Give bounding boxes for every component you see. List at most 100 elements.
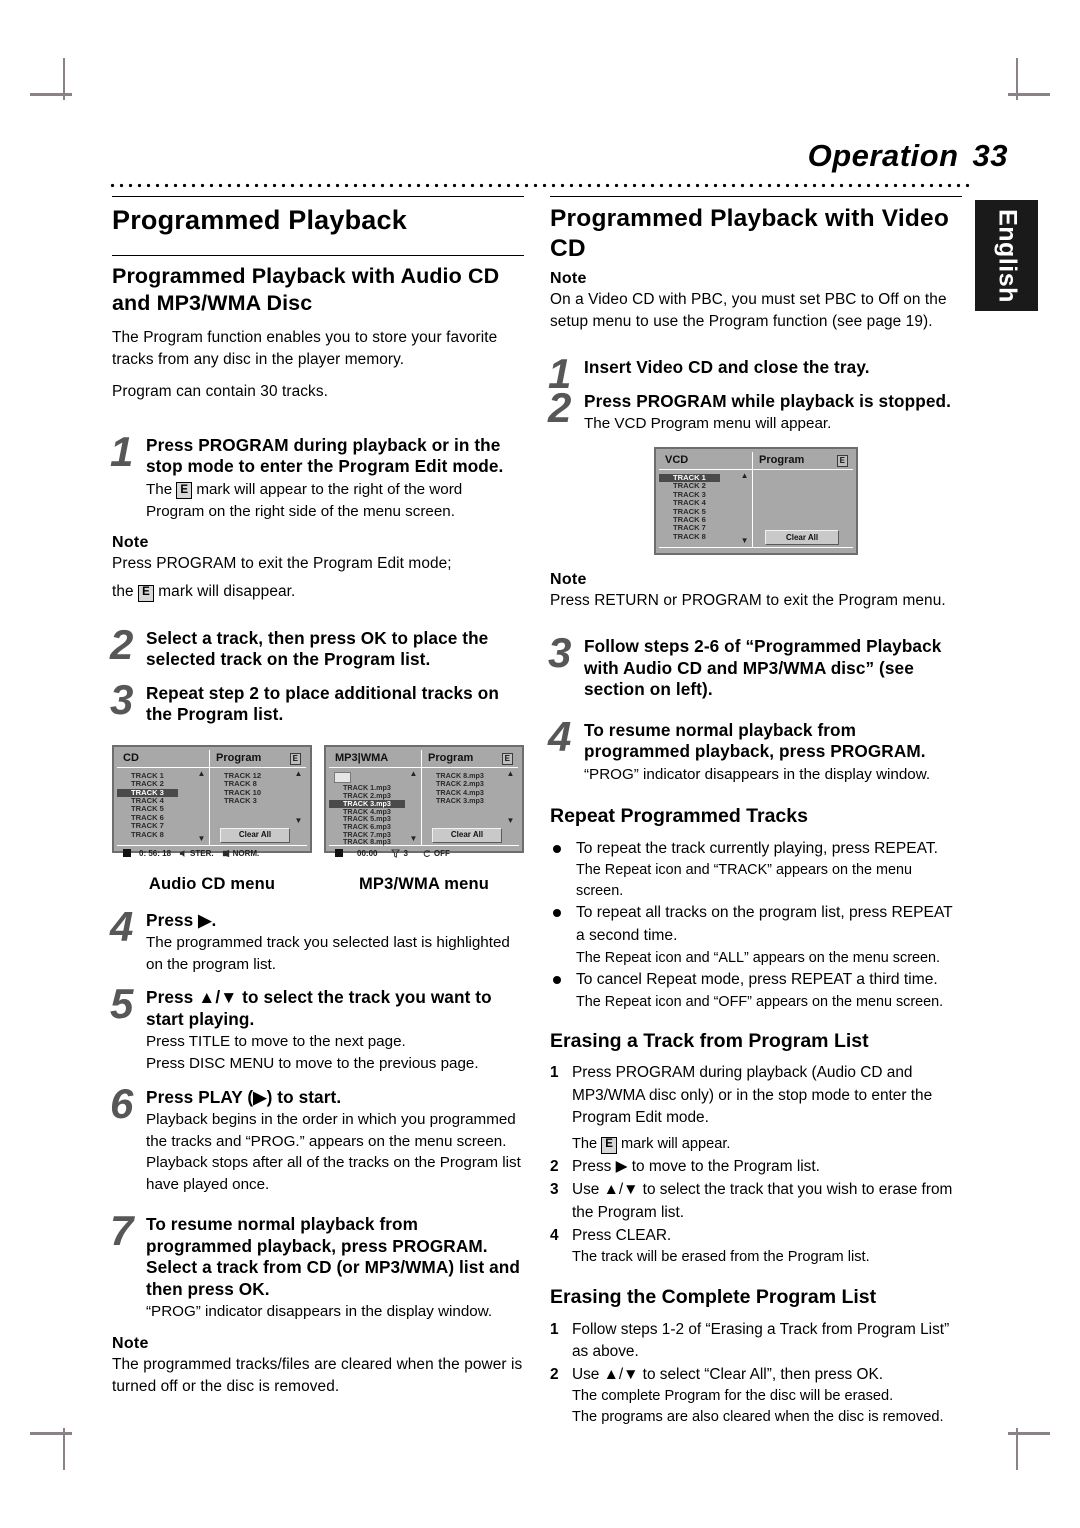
left-step-5-sub-1: Press TITLE to move to the next page. xyxy=(146,1033,406,1051)
scroll-down-arrow-icon[interactable]: ▼ xyxy=(506,816,515,825)
left-step-7-number: 7 xyxy=(110,1207,134,1255)
osd-vcd-block: VCD TRACK 1 TRACK 2 TRACK 3 TRACK 4 TRAC… xyxy=(654,446,858,555)
osd-program-header-label: Program xyxy=(759,453,805,466)
erase-track-step-4-sub: The track will be erased from the Progra… xyxy=(572,1249,870,1266)
filter-funnel-icon xyxy=(391,849,401,858)
left-step-2: 2 Select a track, then press OK to place… xyxy=(110,623,524,671)
osd-program-item[interactable]: TRACK 3 xyxy=(210,796,306,805)
left-note-1: Note Press PROGRAM to exit the Program E… xyxy=(112,534,524,604)
erase-all-step-1-number: 1 xyxy=(550,1320,559,1338)
repeat-item-main: To cancel Repeat mode, press REPEAT a th… xyxy=(576,970,938,988)
left-step-4: 4 Press ▶. The programmed track you sele… xyxy=(110,905,524,976)
speaker-box-glyph-icon xyxy=(222,849,229,857)
osd-program-header-label: Program xyxy=(428,751,474,764)
osd-audio-cd-source-list[interactable]: TRACK 1 TRACK 2 TRACK 3 TRACK 4 TRACK 5 … xyxy=(117,768,209,845)
right-column: Programmed Playback with Video CD Note O… xyxy=(548,196,962,1429)
osd-mp3-program-list[interactable]: TRACK 8.mp3 TRACK 2.mp3 TRACK 4.mp3 TRAC… xyxy=(422,768,518,845)
right-step-4-lead: To resume normal playback from programme… xyxy=(584,719,926,762)
left-step-1-sub: The E mark will appear to the right of t… xyxy=(146,479,524,522)
left-step-5-lead: Press ▲/▼ to select the track you want t… xyxy=(146,987,492,1029)
erase-track-section-heading: Erasing a Track from Program List xyxy=(550,1030,869,1053)
osd-screenshot-group: CD TRACK 1 TRACK 2 TRACK 3 TRACK 4 TRACK… xyxy=(112,744,524,894)
repeat-item-sub: The Repeat icon and “OFF” appears on the… xyxy=(576,993,944,1010)
scroll-down-arrow-icon[interactable]: ▼ xyxy=(740,536,749,545)
osd-sound-mode: NORM. xyxy=(232,848,260,858)
right-step-4-number: 4 xyxy=(548,712,572,760)
osd-track-item[interactable]: TRACK 8 xyxy=(117,830,209,839)
crop-mark-bottom-left-horizontal xyxy=(30,1432,72,1435)
left-step-7-sub: “PROG” indicator disappears in the displ… xyxy=(146,1303,493,1321)
right-step-1: 1 Insert Video CD and close the tray. xyxy=(548,353,962,395)
right-step-2-lead: Press PROGRAM while playback is stopped. xyxy=(584,390,951,411)
osd-vcd-source-list[interactable]: TRACK 1 TRACK 2 TRACK 3 TRACK 4 TRACK 5 … xyxy=(659,470,752,547)
osd-track-item[interactable]: TRACK 8 xyxy=(659,532,752,541)
repeat-indicator: OFF xyxy=(422,849,450,858)
erase-track-step-2-number: 2 xyxy=(550,1158,559,1176)
speaker-glyph-icon xyxy=(179,849,185,857)
scroll-up-arrow-icon[interactable]: ▲ xyxy=(197,769,206,778)
erase-all-step-1-text: Follow steps 1-2 of “Erasing a Track fro… xyxy=(572,1320,950,1360)
left-step-2-lead: Select a track, then press OK to place t… xyxy=(146,627,489,670)
scroll-down-arrow-icon[interactable]: ▼ xyxy=(294,816,303,825)
erase-all-section-heading: Erasing the Complete Program List xyxy=(550,1286,877,1309)
osd-mp3-program-pane: Program E TRACK 8.mp3 TRACK 2.mp3 TRACK … xyxy=(422,750,518,845)
left-step-4-lead: Press ▶. xyxy=(146,909,217,930)
osd-audio-cd-caption: Audio CD menu xyxy=(148,874,276,893)
left-note-1-line-1: Press PROGRAM to exit the Program Edit m… xyxy=(112,555,452,573)
scroll-up-arrow-icon[interactable]: ▲ xyxy=(294,769,303,778)
right-step-3-number: 3 xyxy=(548,629,572,677)
scroll-down-arrow-icon[interactable]: ▼ xyxy=(409,834,418,843)
scroll-up-arrow-icon[interactable]: ▲ xyxy=(409,769,418,778)
list-item: 2 Press ▶ to move to the Program list. xyxy=(550,1156,962,1178)
erase-track-step-1-text: Press PROGRAM during playback (Audio CD … xyxy=(572,1064,933,1127)
osd-track-item[interactable]: TRACK 8.mp3 xyxy=(329,838,421,846)
osd-vcd-status-bar xyxy=(659,546,853,563)
osd-audio-cd-program-pane: Program E TRACK 12 TRACK 8 TRACK 10 TRAC… xyxy=(210,750,306,845)
repeat-item-main: To repeat all tracks on the program list… xyxy=(576,904,953,944)
osd-audio-cd-panes: CD TRACK 1 TRACK 2 TRACK 3 TRACK 4 TRACK… xyxy=(117,749,307,845)
left-main-title: Programmed Playback xyxy=(112,205,407,235)
left-subhead-rule xyxy=(112,254,524,256)
language-tab-label: English xyxy=(993,208,1021,303)
left-intro-paragraph-1: The Program function enables you to stor… xyxy=(112,328,498,369)
stop-icon xyxy=(335,849,343,858)
right-step-2: 2 Press PROGRAM while playback is stoppe… xyxy=(548,386,962,435)
clear-all-button[interactable]: Clear All xyxy=(220,828,290,843)
left-step-1-lead: Press PROGRAM during playback or in the … xyxy=(146,434,504,477)
right-main-title: Programmed Playback with Video CD xyxy=(550,205,950,262)
osd-program-header-label: Program xyxy=(216,751,262,764)
erase-track-step-1-sub-pre: The xyxy=(572,1136,598,1153)
osd-vcd-program-list[interactable]: Clear All xyxy=(753,470,853,547)
left-step-7-lead: To resume normal playback from programme… xyxy=(146,1214,520,1299)
osd-mp3-source-list[interactable]: TRACK 1.mp3 TRACK 2.mp3 TRACK 3.mp3 TRAC… xyxy=(329,768,421,846)
right-step-3-lead: Follow steps 2-6 of “Programmed Playback… xyxy=(584,636,942,700)
scroll-up-arrow-icon[interactable]: ▲ xyxy=(506,769,515,778)
right-step-4-sub: “PROG” indicator disappears in the displ… xyxy=(584,765,931,783)
scroll-up-arrow-icon[interactable]: ▲ xyxy=(740,471,749,480)
left-note-2-label: Note xyxy=(112,1334,149,1352)
right-note-1-label: Note xyxy=(550,269,587,287)
clear-all-button[interactable]: Clear All xyxy=(765,529,840,545)
repeat-icon xyxy=(423,849,430,857)
left-step-1: 1 Press PROGRAM during playback or in th… xyxy=(110,430,524,522)
left-step-1-number: 1 xyxy=(110,427,134,475)
crop-mark-top-left-horizontal xyxy=(30,93,72,96)
right-step-3: 3 Follow steps 2-6 of “Programmed Playba… xyxy=(548,632,962,701)
edit-mark-icon: E xyxy=(289,752,301,765)
repeat-item-sub: The Repeat icon and “ALL” appears on the… xyxy=(576,949,940,966)
edit-mark-icon: E xyxy=(138,584,154,602)
osd-vcd-panes: VCD TRACK 1 TRACK 2 TRACK 3 TRACK 4 TRAC… xyxy=(659,451,853,547)
scroll-down-arrow-icon[interactable]: ▼ xyxy=(197,834,206,843)
right-note-2: Note Press RETURN or PROGRAM to exit the… xyxy=(550,571,962,612)
right-step-1-lead: Insert Video CD and close the tray. xyxy=(584,357,870,378)
osd-audio-cd-source-header: CD xyxy=(117,750,209,768)
right-title-rule xyxy=(550,196,962,197)
osd-mp3-block: MP3|WMA TRACK 1.mp3 TRACK 2.mp3 TRACK 3.… xyxy=(324,744,524,894)
osd-audio-cd-block: CD TRACK 1 TRACK 2 TRACK 3 TRACK 4 TRACK… xyxy=(112,744,312,894)
left-step-6-sub-2: Playback stops after all of the tracks o… xyxy=(146,1154,521,1193)
clear-all-button[interactable]: Clear All xyxy=(432,828,502,843)
page-header: Operation 33 xyxy=(808,138,1008,174)
right-step-2-sub: The VCD Program menu will appear. xyxy=(584,415,832,433)
osd-program-item[interactable]: TRACK 3.mp3 xyxy=(422,796,518,805)
osd-audio-cd-program-list[interactable]: TRACK 12 TRACK 8 TRACK 10 TRACK 3 ▲ ▼ Cl… xyxy=(210,768,306,845)
